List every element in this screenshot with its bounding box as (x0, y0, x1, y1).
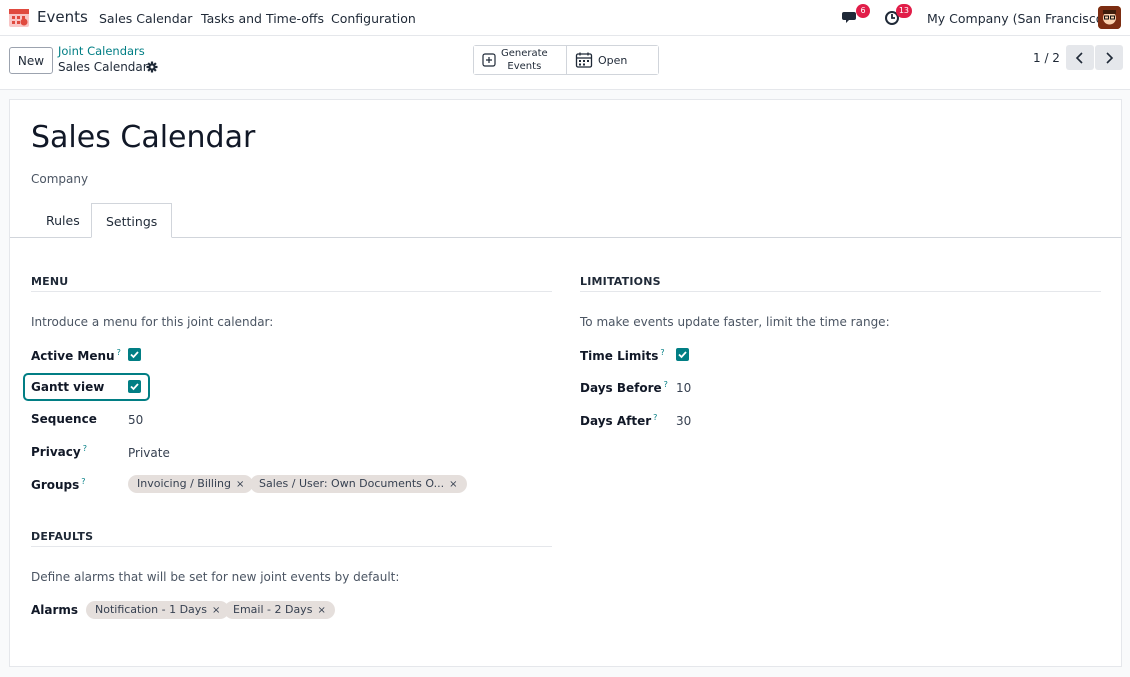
days-after-label: Days After? (580, 413, 658, 428)
top-navbar: Events Sales Calendar Tasks and Time-off… (0, 0, 1130, 36)
activities-button[interactable]: 13 (884, 4, 912, 28)
control-panel: New Joint Calendars Sales Calendar Gener… (0, 36, 1130, 90)
defaults-section-title: DEFAULTS (31, 530, 94, 543)
new-button[interactable]: New (9, 47, 53, 74)
form-sheet: Sales Calendar Company Rules Settings ME… (9, 99, 1122, 667)
alarm-tag[interactable]: Notification - 1 Days × (86, 601, 230, 619)
alarms-label: Alarms (31, 603, 79, 617)
remove-tag-icon[interactable]: × (236, 479, 244, 490)
check-icon (130, 351, 139, 359)
tabs-divider (10, 237, 1121, 238)
sequence-label: Sequence (31, 412, 97, 426)
generate-events-label: Generate Events (501, 48, 548, 72)
check-icon (678, 351, 687, 359)
days-before-label: Days Before? (580, 380, 668, 395)
app-name[interactable]: Events (37, 8, 88, 26)
days-before-field[interactable]: 10 (676, 381, 691, 395)
limitations-intro: To make events update faster, limit the … (580, 315, 890, 329)
gantt-view-label: Gantt view (31, 380, 105, 394)
active-menu-label: Active Menu? (31, 348, 121, 363)
open-button[interactable]: Open (566, 46, 658, 74)
remove-tag-icon[interactable]: × (212, 605, 220, 616)
menu-tasks-time-offs[interactable]: Tasks and Time-offs (201, 11, 324, 26)
menu-section-title: MENU (31, 275, 69, 288)
action-button-group: Generate Events Open (473, 45, 659, 75)
gear-icon[interactable] (146, 61, 158, 73)
privacy-field[interactable]: Private (128, 446, 170, 460)
days-after-field[interactable]: 30 (676, 414, 691, 428)
company-switcher[interactable]: My Company (San Francisco) (927, 11, 1108, 26)
remove-tag-icon[interactable]: × (317, 605, 325, 616)
time-limits-label: Time Limits? (580, 348, 665, 363)
menu-sales-calendar[interactable]: Sales Calendar (99, 11, 192, 26)
alarm-tag[interactable]: Email - 2 Days × (224, 601, 335, 619)
remove-tag-icon[interactable]: × (449, 479, 457, 490)
pager-previous-button[interactable] (1066, 45, 1094, 70)
limitations-section-title: LIMITATIONS (580, 275, 661, 288)
defaults-section-divider (31, 546, 552, 547)
menu-section-divider (31, 291, 552, 292)
time-limits-help[interactable]: ? (660, 348, 664, 357)
days-after-help[interactable]: ? (653, 413, 657, 422)
chevron-left-icon (1075, 51, 1083, 64)
events-app-icon[interactable] (8, 6, 30, 28)
active-menu-checkbox[interactable] (128, 348, 141, 361)
menu-configuration[interactable]: Configuration (331, 11, 416, 26)
privacy-label: Privacy? (31, 444, 87, 459)
group-tag[interactable]: Sales / User: Own Documents O... × (250, 475, 467, 493)
calendar-icon (575, 52, 593, 68)
defaults-intro: Define alarms that will be set for new j… (31, 570, 400, 584)
breadcrumb-current: Sales Calendar (58, 60, 148, 74)
generate-events-button[interactable]: Generate Events (474, 46, 566, 74)
menu-intro: Introduce a menu for this joint calendar… (31, 315, 274, 329)
messages-badge: 6 (856, 4, 870, 18)
sequence-field[interactable]: 50 (128, 413, 143, 427)
tab-settings[interactable]: Settings (91, 203, 173, 238)
record-subtitle: Company (31, 172, 89, 186)
activities-badge: 13 (895, 4, 912, 18)
pager-value[interactable]: 1 / 2 (1033, 51, 1060, 65)
groups-help[interactable]: ? (81, 477, 85, 486)
user-avatar[interactable] (1098, 6, 1121, 29)
active-menu-help[interactable]: ? (117, 348, 121, 357)
tab-rules[interactable]: Rules (32, 203, 94, 238)
groups-label: Groups? (31, 477, 86, 492)
record-title[interactable]: Sales Calendar (31, 120, 255, 155)
avatar-image (1098, 6, 1121, 29)
open-label: Open (598, 53, 628, 67)
days-before-help[interactable]: ? (664, 380, 668, 389)
time-limits-checkbox[interactable] (676, 348, 689, 361)
pager-next-button[interactable] (1095, 45, 1123, 70)
messages-button[interactable]: 6 (842, 4, 870, 28)
privacy-help[interactable]: ? (83, 444, 87, 453)
gantt-view-checkbox[interactable] (128, 380, 141, 393)
chevron-right-icon (1106, 51, 1114, 64)
check-icon (130, 383, 139, 391)
breadcrumb-joint-calendars[interactable]: Joint Calendars (58, 44, 145, 58)
group-tag[interactable]: Invoicing / Billing × (128, 475, 254, 493)
plus-square-icon (482, 53, 496, 67)
limitations-section-divider (580, 291, 1101, 292)
